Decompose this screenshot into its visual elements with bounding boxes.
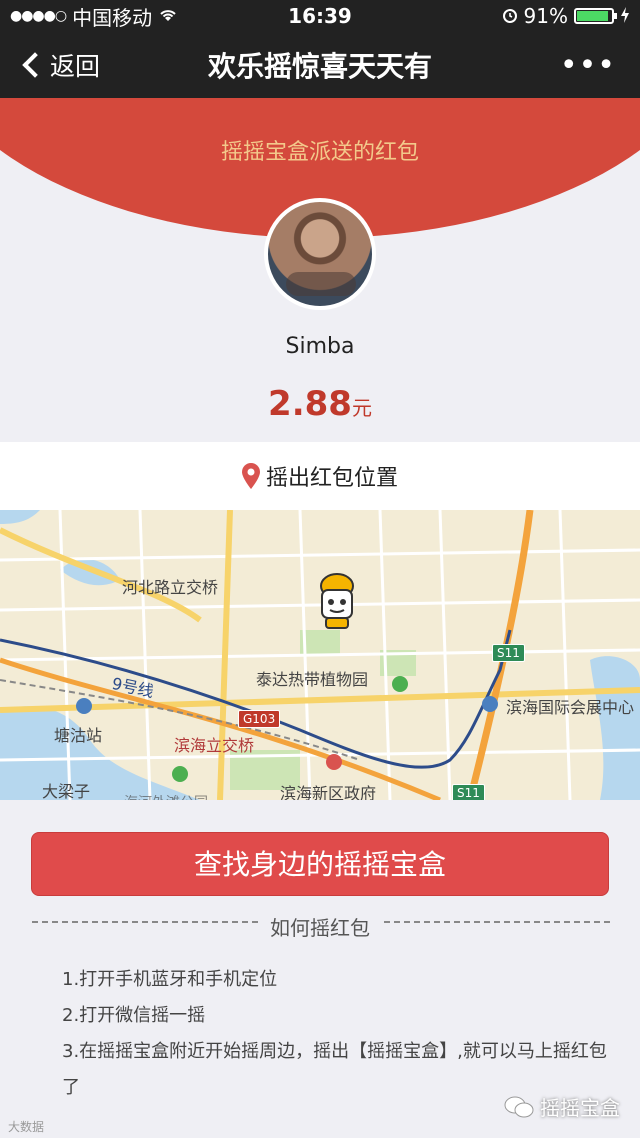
envelope-subtitle: 摇摇宝盒派送的红包 [220, 140, 419, 165]
chevron-left-icon [22, 52, 48, 78]
map-view[interactable]: 河北路立交桥 泰达热带植物园 滨海国际会展中心 塘沽站 滨海立交桥 大梁子 滨海… [0, 510, 640, 800]
venue-icon [482, 696, 498, 712]
map-label: 滨海国际会展中心 [506, 698, 635, 717]
amount-value: 2.88 [268, 384, 352, 424]
back-button[interactable]: 返回 [0, 47, 150, 83]
shake-box-marker-icon[interactable] [316, 570, 358, 630]
charging-icon [620, 4, 630, 28]
amount-display: 2.88元 [0, 384, 640, 424]
wifi-icon [158, 4, 178, 28]
help-title: 如何摇红包 [270, 916, 370, 940]
alarm-icon [502, 4, 518, 28]
watermark-text: 摇摇宝盒 [540, 1096, 620, 1120]
train-station-icon [76, 698, 92, 714]
help-steps: 1.打开手机蓝牙和手机定位 2.打开微信摇一摇 3.在摇摇宝盒附近开始摇周边，摇… [62, 962, 622, 1106]
nav-bar: 返回 欢乐摇惊喜天天有 ••• [0, 32, 640, 98]
map-graphic [0, 510, 640, 800]
highway-shield: S11 [452, 784, 485, 800]
map-label: 河北路立交桥 [122, 578, 219, 597]
more-button[interactable]: ••• [490, 48, 640, 83]
status-right: 91% [410, 4, 630, 28]
status-left: ●●●●○ 中国移动 [10, 2, 230, 31]
location-bar: 摇出红包位置 [0, 442, 640, 510]
government-icon [326, 754, 342, 770]
avatar-detail [286, 272, 356, 296]
battery-icon [574, 8, 617, 24]
watermark-right: 摇摇宝盒 [504, 1092, 620, 1121]
status-time: 16:39 [288, 4, 352, 28]
avatar [264, 198, 376, 310]
status-bar: ●●●●○ 中国移动 16:39 91% [0, 0, 640, 32]
back-label: 返回 [50, 52, 101, 81]
map-label: 滨海立交桥 [174, 736, 255, 755]
location-pin-icon [241, 463, 260, 489]
divider-right [384, 921, 610, 923]
find-nearby-button[interactable]: 查找身边的摇摇宝盒 [31, 832, 609, 896]
map-label: 滨海新区政府 [280, 784, 377, 800]
highway-shield: G103 [238, 710, 281, 728]
help-step: 1.打开手机蓝牙和手机定位 [62, 969, 278, 990]
park-icon [392, 676, 408, 692]
wechat-icon [504, 1096, 534, 1118]
signal-icon: ●●●●○ [10, 8, 67, 24]
battery-percent: 91% [523, 4, 568, 28]
watermark-left: 大数据 [8, 1120, 45, 1134]
map-label: 泰达热带植物园 [256, 670, 369, 689]
highway-shield: S11 [492, 644, 525, 662]
page-title: 欢乐摇惊喜天天有 [207, 50, 432, 83]
carrier-label: 中国移动 [72, 5, 153, 30]
map-label: 塘沽站 [54, 726, 103, 745]
map-label: 海河外滩公园 [124, 792, 208, 800]
amount-unit: 元 [351, 396, 372, 420]
help-step: 2.打开微信摇一摇 [62, 1005, 206, 1026]
sender-name: Simba [285, 334, 355, 359]
map-label: 大梁子 [42, 782, 91, 800]
park-icon [172, 766, 188, 782]
location-label: 摇出红包位置 [265, 466, 398, 491]
